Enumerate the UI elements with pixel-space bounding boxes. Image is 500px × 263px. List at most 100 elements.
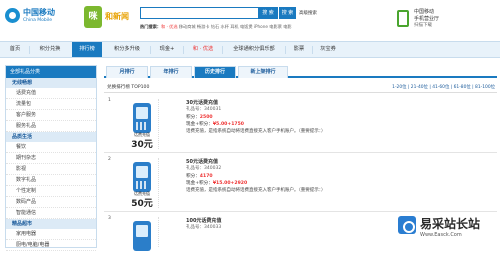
main-nav: 首页 积分兑换 排行榜 积分多升级 现金+ 和 · 优选 全球通积分俱乐部 影票…: [0, 41, 500, 58]
points-value: 2500: [199, 115, 213, 120]
brand-logo[interactable]: 咪 和新闻: [84, 6, 144, 28]
nav-item-points-exchange[interactable]: 积分兑换: [31, 42, 69, 57]
points: 积分：4170: [186, 173, 486, 180]
sidebar-item[interactable]: 家用电器: [6, 229, 96, 240]
sidebar-item[interactable]: 服务礼品: [6, 121, 96, 132]
watermark: 易采站长站 Www.Easck.Com: [398, 212, 500, 248]
divider: [158, 217, 159, 247]
nav-divider: [222, 46, 223, 54]
nav-divider: [150, 46, 151, 54]
phone-keys: [136, 122, 148, 130]
phone-screen: [136, 225, 148, 237]
nav-item-upgrade[interactable]: 积分多升级: [105, 42, 149, 57]
product-name[interactable]: 30元话费充值: [186, 99, 486, 106]
nav-divider: [183, 46, 184, 54]
product-info: 50元话费充值 礼品号：340032 积分：4170 现金+积分：¥15.00+…: [186, 158, 486, 194]
tab-history[interactable]: 历史排行: [194, 66, 236, 78]
sidebar-group-wireless[interactable]: 无线畅想: [6, 78, 96, 88]
category-sidebar: 全部礼品分类 无线畅想 话费充值 流量包 客户服务 服务礼品 品质生活 餐饮 期…: [5, 65, 97, 251]
rank-number: 2: [108, 157, 111, 162]
site-header: 中国移动 China Mobile 咪 和新闻 搜 索 搜 索 高级搜索 热门搜…: [0, 0, 500, 38]
rank-pager[interactable]: 1-20位 | 21-40位 | 41-60位 | 61-80位 | 81-10…: [392, 84, 495, 90]
watermark-logo-icon: [398, 216, 416, 234]
cash-label: 现金+积分：: [186, 181, 213, 186]
rank-number: 1: [108, 98, 111, 103]
sidebar-item[interactable]: 数字礼品: [6, 175, 96, 186]
nav-item-club[interactable]: 全球通积分俱乐部: [224, 42, 284, 57]
hall-line-2: 手机营业厅: [414, 16, 440, 22]
sidebar-group-market[interactable]: 精品超市: [6, 219, 96, 229]
sidebar-item[interactable]: 期刊杂志: [6, 153, 96, 164]
tab-new[interactable]: 新上架排行: [238, 66, 288, 78]
nav-item-movie-tickets[interactable]: 影票: [287, 42, 311, 57]
nav-divider: [29, 46, 30, 54]
product-info: 30元话费充值 礼品号：340031 积分：2500 现金+积分：¥5.00+1…: [186, 99, 486, 135]
mobile-hall-download[interactable]: 中国移动 手机营业厅 扫描下载: [397, 8, 497, 30]
cash-value: ¥5.00+1750: [212, 122, 244, 127]
hot-links[interactable]: 移动商城 畅游卡 钻石 水杯 耳机 电饭煲 iPhone 电影票 电影: [178, 24, 292, 29]
list-item[interactable]: 1 话费充值 30元 30元话费充值 礼品号：340031 积分：2500 现金…: [104, 95, 497, 153]
image-amount: 30元: [131, 140, 153, 150]
product-code: 礼品号：340032: [186, 166, 222, 171]
points-label: 积分：: [186, 115, 200, 120]
rank-number: 3: [108, 216, 111, 221]
logo-en: China Mobile: [23, 18, 53, 23]
hall-line-1: 中国移动: [414, 9, 435, 15]
brand-text: 和新闻: [105, 12, 129, 21]
sidebar-item[interactable]: 客户服务: [6, 110, 96, 121]
image-amount: 50元: [131, 199, 153, 209]
brand-badge: 咪: [84, 6, 102, 28]
logo-cn: 中国移动: [23, 8, 55, 17]
sidebar-title: 全部礼品分类: [6, 66, 96, 78]
nav-divider: [312, 46, 313, 54]
nav-item-cash-plus[interactable]: 现金+: [152, 42, 182, 57]
china-mobile-logo[interactable]: 中国移动 China Mobile: [5, 7, 60, 29]
list-title: 兑换排行榜 TOP100: [107, 85, 150, 90]
sidebar-item[interactable]: 厨电/电脑/电器: [6, 240, 96, 251]
hot-search: 热门搜索：和 · 优选 移动商城 畅游卡 钻石 水杯 耳机 电饭煲 iPhone…: [140, 24, 292, 30]
list-header: 兑换排行榜 TOP100 1-20位 | 21-40位 | 41-60位 | 6…: [104, 82, 497, 93]
tab-month[interactable]: 月排行: [106, 66, 148, 78]
divider: [158, 158, 159, 208]
list-item[interactable]: 2 话费充值 50元 50元话费充值 礼品号：340032 积分：4170 现金…: [104, 154, 497, 212]
cash-points: 现金+积分：¥15.00+2920: [186, 180, 486, 187]
phone-keys: [136, 181, 148, 189]
sidebar-item[interactable]: 流量包: [6, 99, 96, 110]
phone-screen: [136, 166, 148, 178]
nav-item-selection[interactable]: 和 · 优选: [185, 42, 221, 57]
watermark-title: 易采站长站: [420, 217, 481, 231]
advanced-search-link[interactable]: 高级搜索: [299, 10, 317, 16]
phone-icon: [397, 10, 409, 27]
sidebar-group-life[interactable]: 品质生活: [6, 132, 96, 142]
cash-points: 现金+积分：¥5.00+1750: [186, 121, 486, 128]
points-label: 积分：: [186, 174, 200, 179]
sidebar-item[interactable]: 餐饮: [6, 142, 96, 153]
nav-item-coupons[interactable]: 灰宝券: [314, 42, 342, 57]
hall-line-3: 扫描下载: [414, 23, 432, 28]
cash-label: 现金+积分：: [186, 122, 213, 127]
product-desc: 话费充值，是指系统自动将话费直接充入客户手机账户。（重要提示：）: [186, 188, 326, 193]
product-desc: 话费充值，是指系统自动将话费直接充入客户手机账户。（重要提示：）: [186, 129, 326, 134]
sidebar-item[interactable]: 数码产品: [6, 197, 96, 208]
product-image[interactable]: [129, 221, 155, 263]
points-value: 4170: [199, 174, 213, 179]
search-button-2[interactable]: 搜 索: [278, 7, 296, 19]
product-name[interactable]: 50元话费充值: [186, 158, 486, 165]
watermark-url: Www.Easck.Com: [420, 232, 462, 238]
cash-value: ¥15.00+2920: [212, 181, 248, 186]
sidebar-item[interactable]: 个性定制: [6, 186, 96, 197]
product-image[interactable]: 话费充值 50元: [129, 162, 155, 209]
sidebar-item[interactable]: 智能通信: [6, 208, 96, 219]
sidebar-item[interactable]: 话费充值: [6, 88, 96, 99]
china-mobile-logo-icon: [5, 8, 20, 23]
divider: [158, 99, 159, 149]
nav-item-ranking[interactable]: 排行榜: [72, 42, 102, 57]
search-button[interactable]: 搜 索: [258, 7, 278, 19]
tab-year[interactable]: 年排行: [150, 66, 192, 78]
product-image[interactable]: 话费充值 30元: [129, 103, 155, 150]
nav-item-home[interactable]: 首页: [2, 42, 28, 57]
ranking-tabs: 月排行 年排行 历史排行 新上架排行: [104, 65, 497, 78]
sidebar-item[interactable]: 影视: [6, 164, 96, 175]
product-code: 礼品号：340031: [186, 107, 222, 112]
hot-link-featured[interactable]: 和 · 优选: [161, 24, 178, 29]
